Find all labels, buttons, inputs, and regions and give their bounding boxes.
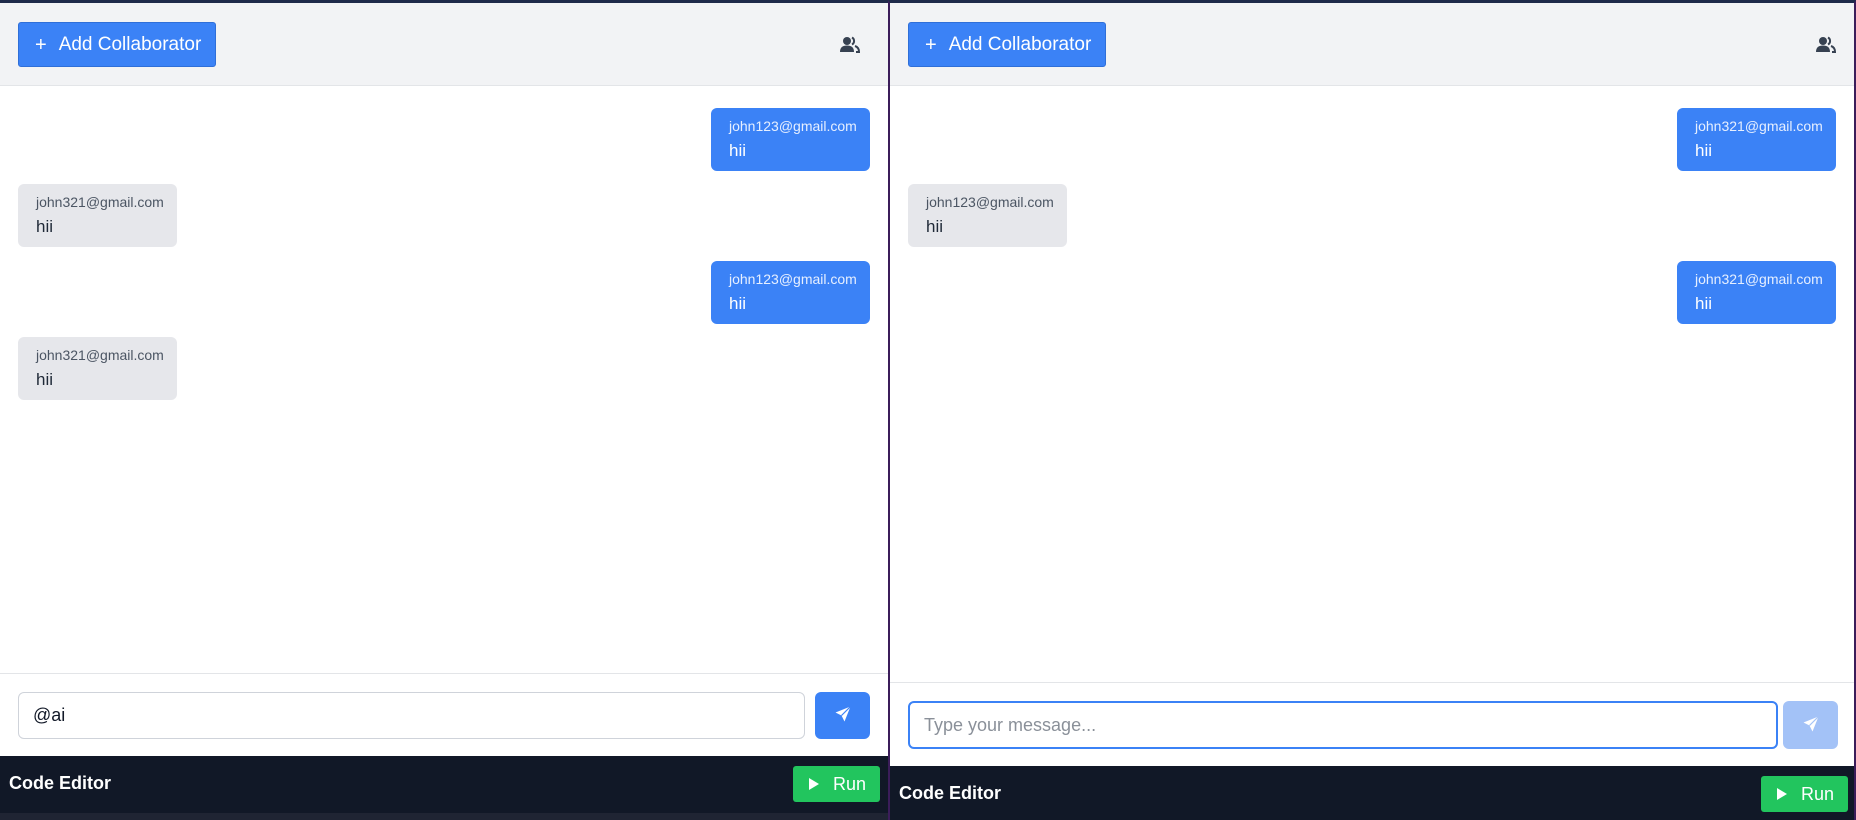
send-button[interactable] bbox=[1783, 701, 1838, 749]
add-collaborator-button[interactable]: + Add Collaborator bbox=[908, 22, 1107, 67]
play-icon bbox=[809, 778, 819, 790]
code-editor-title: Code Editor bbox=[9, 773, 111, 793]
users-icon[interactable] bbox=[1815, 35, 1837, 55]
run-label: Run bbox=[1801, 783, 1835, 804]
message-bubble: john123@gmail.com hii bbox=[908, 184, 1067, 247]
message-bubble: john321@gmail.com hii bbox=[1677, 108, 1836, 171]
send-icon bbox=[1802, 715, 1820, 736]
message-bubble: john123@gmail.com hii bbox=[711, 261, 870, 324]
run-button[interactable]: Run bbox=[1761, 776, 1849, 812]
chat-pane-right: + Add Collaborator john321@gmail.com hii… bbox=[888, 0, 1856, 820]
run-label: Run bbox=[833, 773, 867, 794]
message-text: hii bbox=[1695, 294, 1713, 313]
message-sender: john321@gmail.com bbox=[1695, 118, 1823, 134]
message-sender: john321@gmail.com bbox=[36, 347, 164, 363]
message-composer bbox=[890, 682, 1854, 766]
message-bubble: john321@gmail.com hii bbox=[18, 337, 177, 400]
code-editor-title: Code Editor bbox=[899, 783, 1001, 803]
message-text: hii bbox=[729, 294, 747, 313]
message-text: hii bbox=[729, 141, 747, 160]
message-input[interactable] bbox=[908, 701, 1778, 749]
message-bubble: john321@gmail.com hii bbox=[18, 184, 177, 247]
users-icon[interactable] bbox=[839, 35, 861, 55]
message-input[interactable] bbox=[18, 692, 805, 739]
add-collaborator-button[interactable]: + Add Collaborator bbox=[18, 22, 217, 67]
code-editor-bar: Code Editor Run bbox=[890, 766, 1854, 820]
play-icon bbox=[1777, 788, 1787, 800]
message-sender: john123@gmail.com bbox=[729, 118, 857, 134]
plus-icon: + bbox=[925, 33, 937, 56]
message-bubble: john321@gmail.com hii bbox=[1677, 261, 1836, 324]
message-text: hii bbox=[36, 217, 54, 236]
message-text: hii bbox=[926, 217, 944, 236]
message-composer bbox=[0, 673, 888, 756]
plus-icon: + bbox=[35, 33, 47, 56]
message-text: hii bbox=[36, 370, 54, 389]
message-sender: john321@gmail.com bbox=[1695, 271, 1823, 287]
run-button[interactable]: Run bbox=[793, 766, 881, 802]
send-icon bbox=[834, 705, 852, 726]
send-button[interactable] bbox=[815, 692, 870, 739]
chat-header: + Add Collaborator bbox=[0, 3, 888, 86]
message-sender: john123@gmail.com bbox=[729, 271, 857, 287]
add-collaborator-label: Add Collaborator bbox=[58, 33, 202, 55]
chat-pane-left: + Add Collaborator john123@gmail.com hii… bbox=[0, 0, 888, 820]
chat-header: + Add Collaborator bbox=[890, 3, 1854, 86]
message-text: hii bbox=[1695, 141, 1713, 160]
code-editor-bar: Code Editor Run bbox=[0, 756, 888, 820]
editor-tab-strip bbox=[0, 813, 888, 820]
message-bubble: john123@gmail.com hii bbox=[711, 108, 870, 171]
add-collaborator-label: Add Collaborator bbox=[948, 33, 1092, 55]
message-sender: john123@gmail.com bbox=[926, 194, 1054, 210]
message-sender: john321@gmail.com bbox=[36, 194, 164, 210]
